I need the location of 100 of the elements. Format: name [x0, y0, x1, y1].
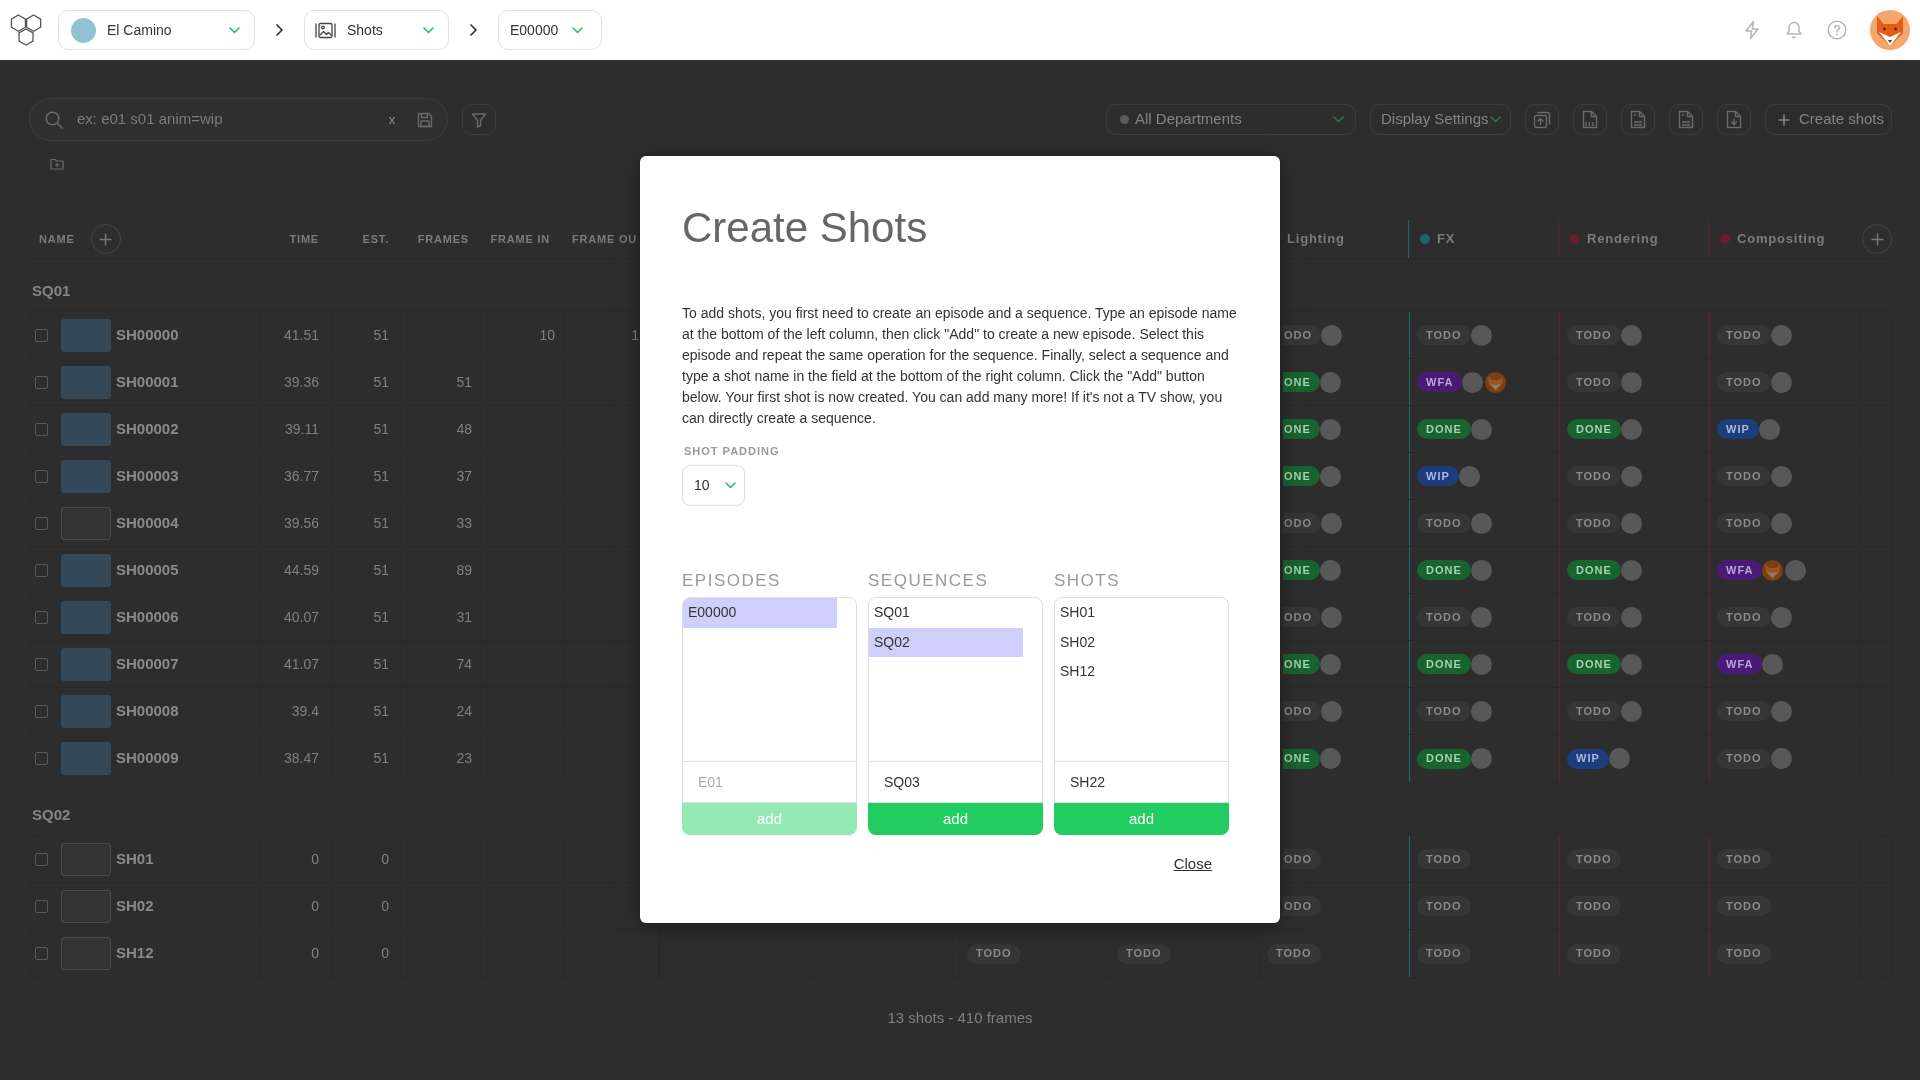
shot-name[interactable]: SH02 — [116, 894, 154, 918]
row-checkbox[interactable] — [35, 947, 48, 960]
task-status[interactable]: TODO — [1567, 466, 1621, 486]
task-status[interactable]: TODO — [1567, 607, 1621, 627]
department-filter[interactable]: All Departments — [1106, 104, 1356, 135]
task-status[interactable]: DONE — [1417, 560, 1471, 580]
task-status[interactable]: DONE — [1567, 654, 1621, 674]
task-status[interactable]: TODO — [1567, 701, 1621, 721]
project-dropdown[interactable]: El Camino — [58, 10, 255, 50]
file-button[interactable] — [1669, 104, 1703, 135]
task-status[interactable]: TODO — [1717, 701, 1771, 721]
shot-name[interactable]: SH00009 — [116, 747, 179, 770]
task-status[interactable]: ODO — [1283, 701, 1322, 721]
task-status[interactable]: ONE — [1283, 419, 1320, 439]
task-status[interactable]: DONE — [1567, 419, 1621, 439]
task-status[interactable]: TODO — [1417, 849, 1471, 869]
name-input[interactable]: SQ03 — [868, 762, 1043, 803]
display-settings-dropdown[interactable]: Display Settings — [1370, 104, 1511, 135]
column-header[interactable]: FX — [1437, 229, 1456, 249]
logo-icon[interactable] — [10, 13, 43, 47]
close-link[interactable]: Close — [1173, 855, 1212, 873]
row-checkbox[interactable] — [35, 328, 48, 342]
column-header[interactable]: FRAME OU — [572, 230, 638, 248]
shot-name[interactable]: SH00005 — [116, 558, 179, 582]
name-input[interactable]: E01 — [682, 762, 857, 803]
row-checkbox[interactable] — [35, 852, 48, 866]
download-button[interactable] — [1717, 104, 1751, 135]
task-status[interactable]: TODO — [1717, 372, 1771, 392]
task-status[interactable]: TODO — [1567, 372, 1621, 392]
task-status[interactable]: TODO — [1567, 896, 1621, 916]
episode-dropdown[interactable]: E00000 — [498, 10, 602, 50]
task-status[interactable]: TODO — [1717, 325, 1771, 345]
list-item[interactable]: SH02 — [1055, 627, 1209, 657]
column-header[interactable]: Compositing — [1737, 229, 1826, 249]
task-status[interactable]: TODO — [1717, 849, 1771, 869]
list-item[interactable]: SH12 — [1055, 657, 1209, 687]
row-checkbox[interactable] — [35, 469, 48, 483]
task-status[interactable]: TODO — [1717, 466, 1771, 486]
task-status[interactable]: TODO — [1267, 943, 1321, 964]
task-status[interactable]: ONE — [1283, 466, 1320, 486]
search-field[interactable]: ex: e01 s01 anim=wip x — [29, 98, 448, 141]
task-status[interactable]: ODO — [1283, 325, 1322, 345]
shot-name[interactable]: SH00004 — [116, 511, 179, 535]
column-header[interactable]: NAME — [39, 230, 75, 248]
column-header[interactable]: FRAME IN — [490, 230, 550, 248]
row-checkbox[interactable] — [35, 375, 48, 389]
row-checkbox[interactable] — [35, 704, 48, 718]
column-header[interactable]: EST. — [362, 230, 389, 248]
task-status[interactable]: WIP — [1567, 748, 1609, 769]
padding-select[interactable]: 10 — [682, 465, 745, 506]
task-status[interactable]: TODO — [1417, 701, 1471, 721]
task-status[interactable]: DONE — [1417, 419, 1471, 439]
task-status[interactable]: ONE — [1283, 748, 1320, 769]
task-status[interactable]: TODO — [1567, 849, 1621, 869]
task-status[interactable]: TODO — [1117, 943, 1171, 964]
file-button[interactable] — [1573, 104, 1607, 135]
task-status[interactable]: TODO — [1717, 943, 1771, 964]
shot-name[interactable]: SH00000 — [116, 323, 179, 347]
clear-button[interactable]: x — [385, 111, 399, 128]
row-checkbox[interactable] — [35, 610, 48, 624]
task-status[interactable]: TODO — [1417, 896, 1471, 916]
task-status[interactable]: ONE — [1283, 372, 1320, 392]
task-status[interactable]: TODO — [1717, 607, 1771, 627]
task-status[interactable]: TODO — [1717, 748, 1771, 769]
task-status[interactable]: TODO — [1417, 943, 1471, 964]
task-status[interactable]: TODO — [1567, 325, 1621, 345]
task-status[interactable]: TODO — [1417, 325, 1471, 345]
task-status[interactable]: ONE — [1283, 654, 1320, 674]
shot-name[interactable]: SH00007 — [116, 652, 179, 676]
add-button[interactable]: add — [868, 803, 1043, 835]
row-checkbox[interactable] — [35, 563, 48, 577]
task-status[interactable]: TODO — [1567, 513, 1621, 533]
task-status[interactable]: ODO — [1283, 513, 1322, 533]
task-status[interactable]: DONE — [1417, 654, 1471, 674]
task-status[interactable]: DONE — [1417, 748, 1471, 769]
add-button[interactable]: add — [1054, 803, 1229, 835]
row-checkbox[interactable] — [35, 422, 48, 436]
task-status[interactable]: DONE — [1567, 560, 1621, 580]
task-status[interactable]: WFA — [1417, 372, 1463, 392]
folder-icon[interactable] — [50, 158, 64, 170]
list-item[interactable]: SH01 — [1055, 598, 1209, 628]
row-checkbox[interactable] — [35, 899, 48, 913]
shot-name[interactable]: SH01 — [116, 847, 154, 871]
list-item[interactable]: E00000 — [683, 598, 837, 628]
help-icon[interactable] — [1827, 20, 1847, 40]
shot-name[interactable]: SH00001 — [116, 370, 179, 394]
lightning-icon[interactable] — [1742, 20, 1762, 40]
task-status[interactable]: TODO — [1567, 943, 1621, 964]
task-status[interactable]: WFA — [1717, 560, 1763, 580]
section-dropdown[interactable]: Shots — [304, 10, 449, 50]
row-checkbox[interactable] — [35, 752, 48, 765]
list-item[interactable]: SQ02 — [869, 627, 1023, 657]
row-checkbox[interactable] — [35, 516, 48, 530]
bell-icon[interactable] — [1784, 20, 1804, 40]
task-status[interactable]: TODO — [967, 943, 1021, 964]
task-status[interactable]: TODO — [1717, 513, 1771, 533]
row-checkbox[interactable] — [35, 657, 48, 671]
column-header[interactable]: Lighting — [1287, 229, 1345, 249]
filter-button[interactable] — [462, 104, 496, 135]
task-status[interactable]: TODO — [1417, 513, 1471, 533]
